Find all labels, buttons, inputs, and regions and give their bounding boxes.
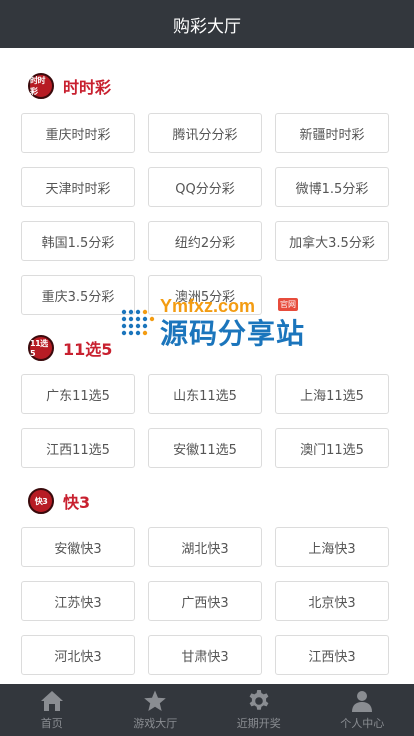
game-button[interactable]: 安徽11选5 xyxy=(148,428,262,468)
game-button[interactable]: 安徽快3 xyxy=(21,527,135,567)
header-bar: 购彩大厅 xyxy=(0,0,414,48)
tab-label: 个人中心 xyxy=(340,717,385,730)
section-title-label: 11选5 xyxy=(63,340,113,359)
game-button[interactable]: 广东11选5 xyxy=(21,374,135,414)
section-title-ssc: 时时彩 时时彩 xyxy=(28,72,111,100)
section-title-label: 时时彩 xyxy=(63,78,112,97)
game-button[interactable]: 北京快3 xyxy=(275,581,389,621)
game-button[interactable]: QQ分分彩 xyxy=(148,167,262,207)
game-button[interactable]: 山东11选5 xyxy=(148,374,262,414)
11x5-logo-icon: 11选5 xyxy=(28,335,54,361)
home-icon xyxy=(40,691,63,711)
tab-game-hall[interactable]: 游戏大厅 xyxy=(104,684,208,736)
game-button[interactable]: 广西快3 xyxy=(148,581,262,621)
game-button[interactable]: 重庆时时彩 xyxy=(21,113,135,153)
star-icon xyxy=(144,690,167,711)
game-button[interactable]: 澳洲5分彩 xyxy=(148,275,262,315)
game-button[interactable]: 天津时时彩 xyxy=(21,167,135,207)
page-title: 购彩大厅 xyxy=(173,16,241,37)
game-button[interactable]: 甘肃快3 xyxy=(148,635,262,675)
gear-icon xyxy=(249,690,269,710)
game-button[interactable]: 澳门11选5 xyxy=(275,428,389,468)
game-button[interactable]: 加拿大3.5分彩 xyxy=(275,221,389,261)
tab-profile[interactable]: 个人中心 xyxy=(311,684,414,736)
bottom-tab-bar: 首页 游戏大厅 近期开奖 个人中心 xyxy=(0,684,414,736)
game-button[interactable]: 腾讯分分彩 xyxy=(148,113,262,153)
game-button[interactable]: 韩国1.5分彩 xyxy=(21,221,135,261)
game-button[interactable]: 湖北快3 xyxy=(148,527,262,567)
game-button[interactable]: 河北快3 xyxy=(21,635,135,675)
game-button[interactable]: 纽约2分彩 xyxy=(148,221,262,261)
section-title-label: 快3 xyxy=(63,493,91,512)
tab-label: 首页 xyxy=(40,717,63,730)
game-button[interactable]: 微博1.5分彩 xyxy=(275,167,389,207)
tab-home[interactable]: 首页 xyxy=(0,684,104,736)
game-button[interactable]: 江西11选5 xyxy=(21,428,135,468)
ssc-logo-icon: 时时彩 xyxy=(28,73,54,99)
game-button[interactable]: 上海11选5 xyxy=(275,374,389,414)
game-button[interactable]: 新疆时时彩 xyxy=(275,113,389,153)
game-button[interactable]: 江西快3 xyxy=(275,635,389,675)
tab-label: 近期开奖 xyxy=(236,717,281,730)
tab-recent-draws[interactable]: 近期开奖 xyxy=(207,684,311,736)
tab-label: 游戏大厅 xyxy=(133,717,178,730)
game-button[interactable]: 重庆3.5分彩 xyxy=(21,275,135,315)
section-title-k3: 快3 快3 xyxy=(28,487,90,515)
game-button[interactable]: 江苏快3 xyxy=(21,581,135,621)
section-title-11x5: 11选5 11选5 xyxy=(28,334,112,362)
user-icon xyxy=(352,691,373,712)
k3-logo-icon: 快3 xyxy=(28,488,54,514)
game-button[interactable]: 上海快3 xyxy=(275,527,389,567)
lottery-hall: 时时彩 时时彩 重庆时时彩 腾讯分分彩 新疆时时彩 天津时时彩 QQ分分彩 微博… xyxy=(0,48,414,684)
